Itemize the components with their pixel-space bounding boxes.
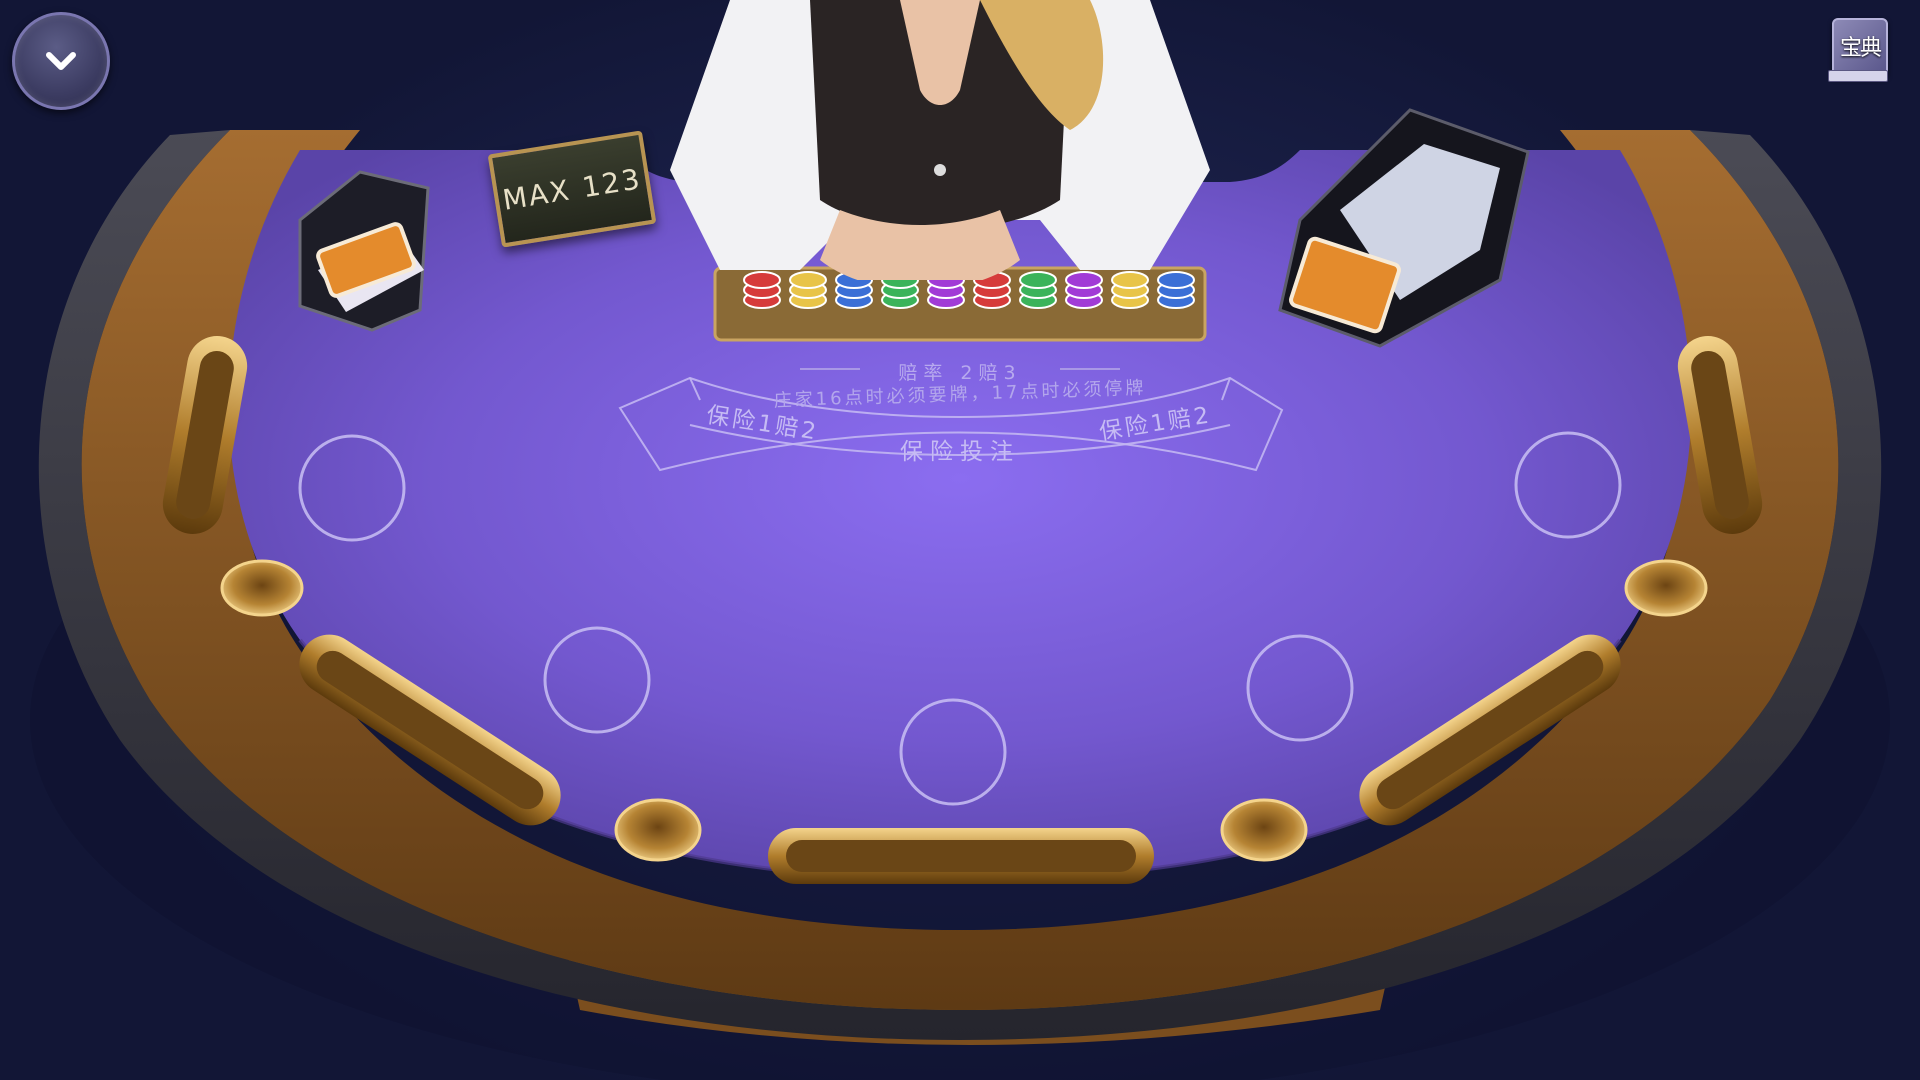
dealer-figure: [670, 0, 1210, 280]
max-label: MAX: [500, 172, 574, 217]
blackjack-scene: MAX 123 赔率 2赔3 庄家16点时必须要牌，17点时必须停牌 保险1赔2…: [0, 0, 1920, 1080]
rulebook-button[interactable]: 宝典: [1828, 18, 1890, 82]
menu-button[interactable]: [12, 12, 110, 110]
max-value: 123: [579, 161, 644, 204]
cup-holder-left-1: [220, 559, 304, 617]
cup-holder-right-2: [1220, 798, 1308, 862]
insurance-bet-label[interactable]: 保险投注: [860, 432, 1060, 466]
cup-holder-left-2: [614, 798, 702, 862]
chevron-down-icon: [46, 52, 76, 70]
rulebook-label: 宝典: [1840, 36, 1882, 61]
cup-holder-right-1: [1624, 559, 1708, 617]
